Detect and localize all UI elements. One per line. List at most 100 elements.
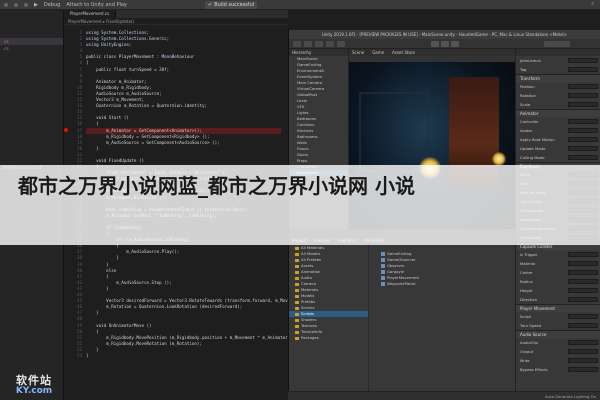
sidebar-item[interactable] bbox=[0, 59, 63, 66]
sidebar-item[interactable] bbox=[0, 115, 63, 122]
zoom-dot-icon[interactable] bbox=[24, 2, 28, 7]
inspector-field-label: Position bbox=[520, 84, 535, 89]
inspector-field-label: Scale bbox=[520, 102, 531, 107]
inspector-component-header[interactable]: Player Movement bbox=[516, 304, 600, 312]
inspector-field-label: AudioClip bbox=[520, 340, 538, 345]
account-dropdown[interactable] bbox=[544, 40, 570, 47]
scale-tool-icon[interactable] bbox=[326, 40, 334, 47]
minimize-dot-icon[interactable] bbox=[14, 2, 18, 7]
inspector-field-value[interactable] bbox=[568, 128, 598, 133]
script-file-icon bbox=[381, 282, 385, 286]
inspector-field: Turn Speed bbox=[516, 321, 600, 330]
inspector-field: Culling Mode bbox=[516, 153, 600, 162]
inspector-field-value[interactable] bbox=[568, 155, 598, 160]
inspector-field-value[interactable] bbox=[568, 297, 598, 302]
inspector-field-value[interactable] bbox=[568, 252, 598, 257]
sidebar-item[interactable] bbox=[0, 17, 63, 24]
hierarchy-list: MainScene GameEnding EnvironmentA EventSyst… bbox=[289, 56, 348, 176]
inspector-field-value[interactable] bbox=[568, 84, 598, 89]
inspector-field-value[interactable] bbox=[568, 58, 598, 63]
inspector-component-header[interactable]: Audio Source bbox=[516, 330, 600, 338]
sidebar-item[interactable] bbox=[0, 150, 63, 157]
project-folder[interactable]: Packages bbox=[289, 335, 368, 341]
sidebar-item[interactable] bbox=[0, 157, 63, 164]
sidebar-item[interactable] bbox=[0, 52, 63, 59]
breadcrumb[interactable]: PlayerMovement ▸ FixedUpdate() bbox=[64, 18, 288, 25]
inspector-field-value[interactable] bbox=[568, 119, 598, 124]
inspector-field-value[interactable] bbox=[568, 146, 598, 151]
sidebar-item[interactable] bbox=[0, 66, 63, 73]
rect-tool-icon[interactable] bbox=[337, 40, 345, 47]
sidebar-item[interactable]: .cs bbox=[0, 38, 63, 45]
inspector-field-value[interactable] bbox=[568, 340, 598, 345]
folder-icon bbox=[295, 318, 299, 322]
sidebar-item[interactable] bbox=[0, 143, 63, 150]
editor-tabs: PlayerMovement.cs bbox=[64, 10, 288, 18]
inspector-field: Script bbox=[516, 312, 600, 321]
tab-inspector[interactable] bbox=[516, 49, 600, 56]
tab-playermovement[interactable]: PlayerMovement.cs bbox=[64, 10, 117, 18]
inspector-field-value[interactable] bbox=[568, 67, 598, 72]
script-file-label: WaypointPatrol bbox=[387, 281, 416, 286]
inspector-field: Avatar bbox=[516, 126, 600, 135]
close-dot-icon[interactable] bbox=[4, 2, 8, 7]
inspector-field-value[interactable] bbox=[568, 323, 598, 328]
inspector-field-label: Culling Mode bbox=[520, 155, 545, 160]
sidebar-item[interactable] bbox=[0, 108, 63, 115]
sidebar-item[interactable] bbox=[0, 87, 63, 94]
folder-icon bbox=[295, 246, 299, 250]
inspector-field: Update Mode bbox=[516, 144, 600, 153]
sidebar-item[interactable] bbox=[0, 101, 63, 108]
tab-hierarchy[interactable]: Hierarchy bbox=[289, 49, 348, 56]
sidebar-item[interactable] bbox=[0, 94, 63, 101]
sidebar-item[interactable] bbox=[0, 24, 63, 31]
rotate-tool-icon[interactable] bbox=[315, 40, 323, 47]
inspector-field-value[interactable] bbox=[568, 270, 598, 275]
inspector-field-value[interactable] bbox=[568, 137, 598, 142]
build-status-text: Build successful bbox=[214, 2, 255, 8]
inspector-field-label: Turn Speed bbox=[520, 323, 542, 328]
inspector-field-value[interactable] bbox=[568, 102, 598, 107]
breakpoint-icon[interactable] bbox=[64, 128, 68, 132]
debug-config[interactable]: Debug bbox=[44, 2, 60, 8]
sidebar-item[interactable] bbox=[0, 80, 63, 87]
project-file-list: GameEnding GameObserver Observer Gargoyle Pl… bbox=[369, 245, 515, 400]
pause-button[interactable] bbox=[441, 40, 449, 47]
inspector-field-value[interactable] bbox=[568, 358, 598, 363]
play-button[interactable] bbox=[431, 40, 439, 47]
inspector-field-value[interactable] bbox=[568, 314, 598, 319]
inspector-field-value[interactable] bbox=[568, 93, 598, 98]
page-title: 都市之万界小说网蓝_都市之万界小说网 小说 bbox=[18, 174, 415, 198]
script-file[interactable]: WaypointPatrol bbox=[375, 281, 509, 287]
move-tool-icon[interactable] bbox=[304, 40, 312, 47]
sidebar-item[interactable] bbox=[0, 122, 63, 129]
sidebar-item[interactable] bbox=[0, 129, 63, 136]
step-button[interactable] bbox=[451, 40, 459, 47]
tab-scene[interactable]: Scene bbox=[352, 49, 364, 56]
search-icon[interactable]: ⌕ bbox=[591, 1, 594, 7]
top-right-icons: ⌕ bbox=[591, 1, 594, 7]
play-icon[interactable]: ▶ bbox=[34, 2, 38, 8]
tab-game[interactable]: Game bbox=[372, 49, 384, 56]
code-line[interactable]: m_Rigidbody.MovePosition (m_Rigidbody.po… bbox=[86, 335, 288, 341]
inspector-field-value[interactable] bbox=[568, 279, 598, 284]
hand-tool-icon[interactable] bbox=[293, 40, 301, 47]
sidebar-item[interactable] bbox=[0, 31, 63, 38]
folder-icon bbox=[295, 306, 299, 310]
sidebar-item[interactable]: .cs bbox=[0, 45, 63, 52]
inspector-field-value[interactable] bbox=[568, 349, 598, 354]
inspector-field-value[interactable] bbox=[568, 367, 598, 372]
inspector-field: Radius bbox=[516, 277, 600, 286]
tab-asset-store[interactable]: Asset Store bbox=[392, 49, 415, 56]
sidebar-item[interactable] bbox=[0, 136, 63, 143]
sidebar-item[interactable] bbox=[0, 10, 63, 17]
folder-icon bbox=[295, 270, 299, 274]
inspector-field-value[interactable] bbox=[568, 288, 598, 293]
attach-target[interactable]: Attach to Unity and Play bbox=[66, 2, 127, 8]
inspector-component-header[interactable]: Transform bbox=[516, 74, 600, 82]
inspector-component-header[interactable]: Animator bbox=[516, 109, 600, 117]
script-file-icon bbox=[381, 252, 385, 256]
inspector-field-value[interactable] bbox=[568, 261, 598, 266]
sidebar-item[interactable] bbox=[0, 73, 63, 80]
code-line[interactable]: } bbox=[86, 353, 288, 359]
